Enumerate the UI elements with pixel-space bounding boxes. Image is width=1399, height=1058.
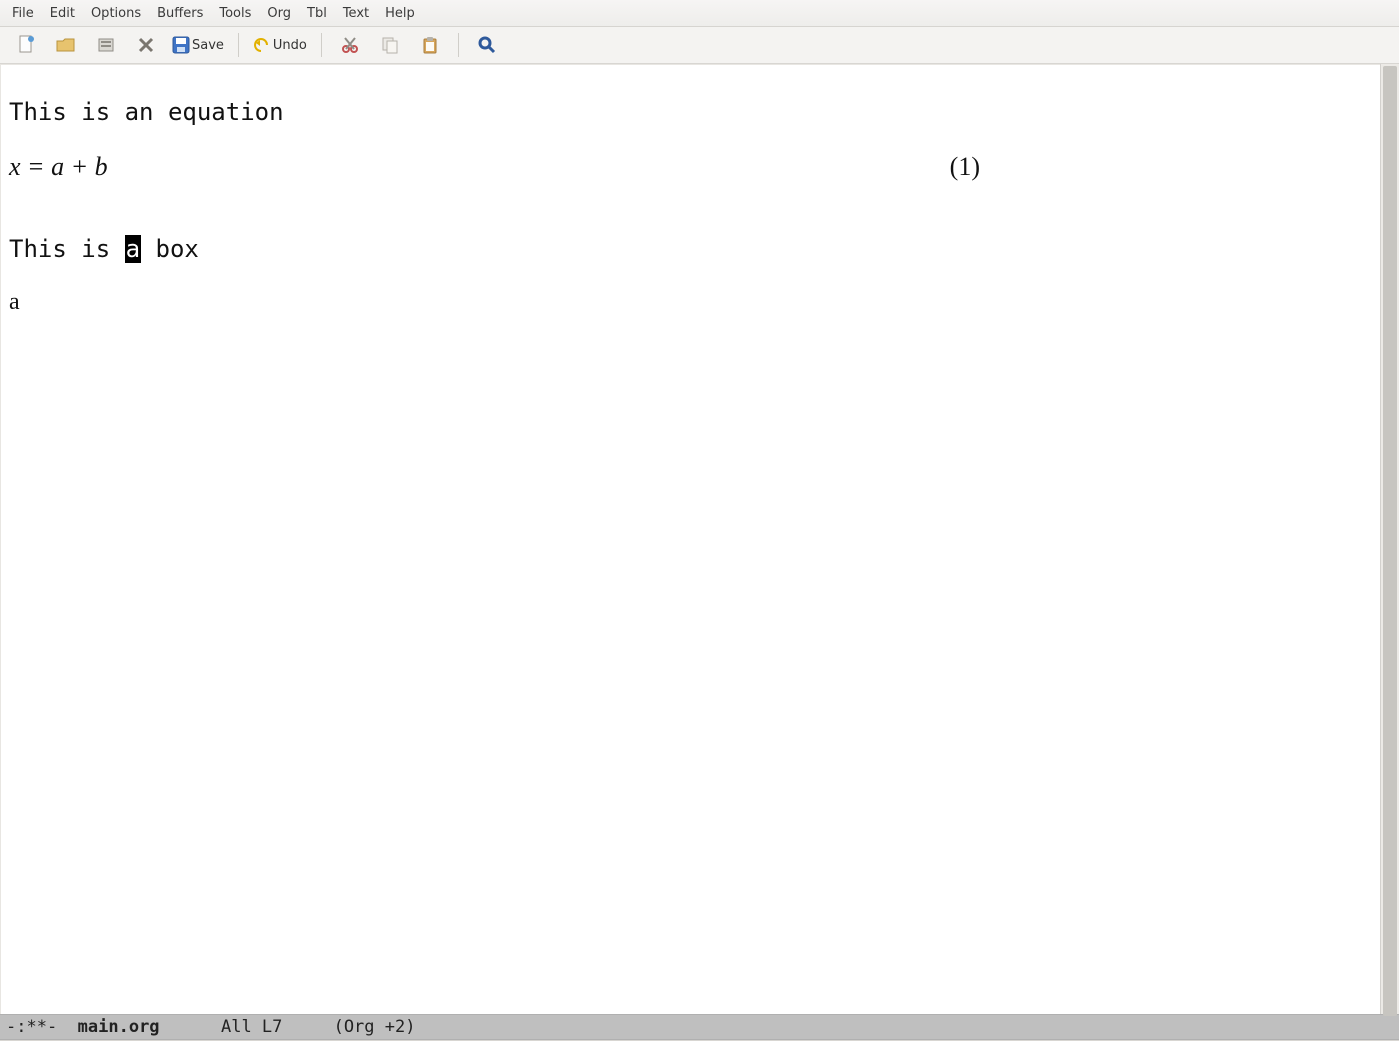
close-button[interactable] bbox=[128, 31, 164, 59]
open-file-button[interactable] bbox=[48, 31, 84, 59]
save-button[interactable]: Save bbox=[168, 31, 228, 59]
save-floppy-icon bbox=[172, 36, 190, 54]
menu-item-buffers[interactable]: Buffers bbox=[149, 3, 211, 24]
save-button-label: Save bbox=[192, 38, 224, 53]
equation-row: x = a + b (1) bbox=[9, 152, 1380, 182]
toolbar-separator bbox=[238, 33, 239, 57]
equation-number: (1) bbox=[950, 152, 980, 182]
menu-item-help[interactable]: Help bbox=[377, 3, 423, 24]
menu-item-tools[interactable]: Tools bbox=[211, 3, 259, 24]
equation-text: x = a + b bbox=[9, 152, 108, 182]
minibuffer[interactable] bbox=[0, 1040, 1399, 1058]
toolbar-separator bbox=[321, 33, 322, 57]
modeline-spacer bbox=[160, 1017, 221, 1037]
open-folder-icon bbox=[56, 36, 76, 54]
text-buffer[interactable]: This is an equation x = a + b (1) This is… bbox=[0, 64, 1380, 1014]
menu-item-file[interactable]: File bbox=[4, 3, 42, 24]
buffer-line: This is a box bbox=[9, 235, 199, 263]
modeline-status: -:**- bbox=[6, 1017, 78, 1037]
dired-button[interactable] bbox=[88, 31, 124, 59]
toolbar-separator bbox=[458, 33, 459, 57]
paste-button[interactable] bbox=[412, 31, 448, 59]
drive-icon bbox=[97, 36, 115, 54]
vertical-scrollbar[interactable] bbox=[1380, 64, 1399, 1014]
menu-item-edit[interactable]: Edit bbox=[42, 3, 83, 24]
buffer-line: a bbox=[9, 289, 1380, 317]
text-fragment: box bbox=[141, 235, 199, 263]
menu-item-options[interactable]: Options bbox=[83, 3, 149, 24]
menu-item-org[interactable]: Org bbox=[259, 3, 299, 24]
undo-button[interactable]: Undo bbox=[249, 31, 311, 59]
clipboard-icon bbox=[421, 36, 439, 54]
toolbar: Save Undo bbox=[0, 27, 1399, 64]
buffer-line: This is an equation bbox=[9, 98, 284, 126]
menu-item-tbl[interactable]: Tbl bbox=[299, 3, 335, 24]
close-x-icon bbox=[138, 37, 154, 53]
scissors-icon bbox=[341, 36, 359, 54]
mode-line[interactable]: -:**- main.org All L7 (Org +2) bbox=[0, 1014, 1399, 1040]
cut-button[interactable] bbox=[332, 31, 368, 59]
search-magnifier-icon bbox=[478, 36, 496, 54]
menu-item-text[interactable]: Text bbox=[335, 3, 377, 24]
scrollbar-thumb[interactable] bbox=[1383, 66, 1397, 1016]
modeline-position: All L7 bbox=[221, 1017, 282, 1037]
copy-icon bbox=[381, 36, 399, 54]
new-file-button[interactable] bbox=[8, 31, 44, 59]
new-file-icon bbox=[17, 35, 35, 55]
text-fragment: This is bbox=[9, 235, 125, 263]
menu-bar: File Edit Options Buffers Tools Org Tbl … bbox=[0, 0, 1399, 27]
copy-button[interactable] bbox=[372, 31, 408, 59]
modeline-spacer bbox=[282, 1017, 333, 1037]
undo-arrow-icon bbox=[253, 37, 271, 53]
text-cursor: a bbox=[125, 235, 141, 263]
undo-button-label: Undo bbox=[273, 38, 307, 53]
modeline-modes: (Org +2) bbox=[334, 1017, 416, 1037]
editor-area: This is an equation x = a + b (1) This is… bbox=[0, 64, 1399, 1014]
search-button[interactable] bbox=[469, 31, 505, 59]
modeline-buffer-name: main.org bbox=[78, 1017, 160, 1037]
